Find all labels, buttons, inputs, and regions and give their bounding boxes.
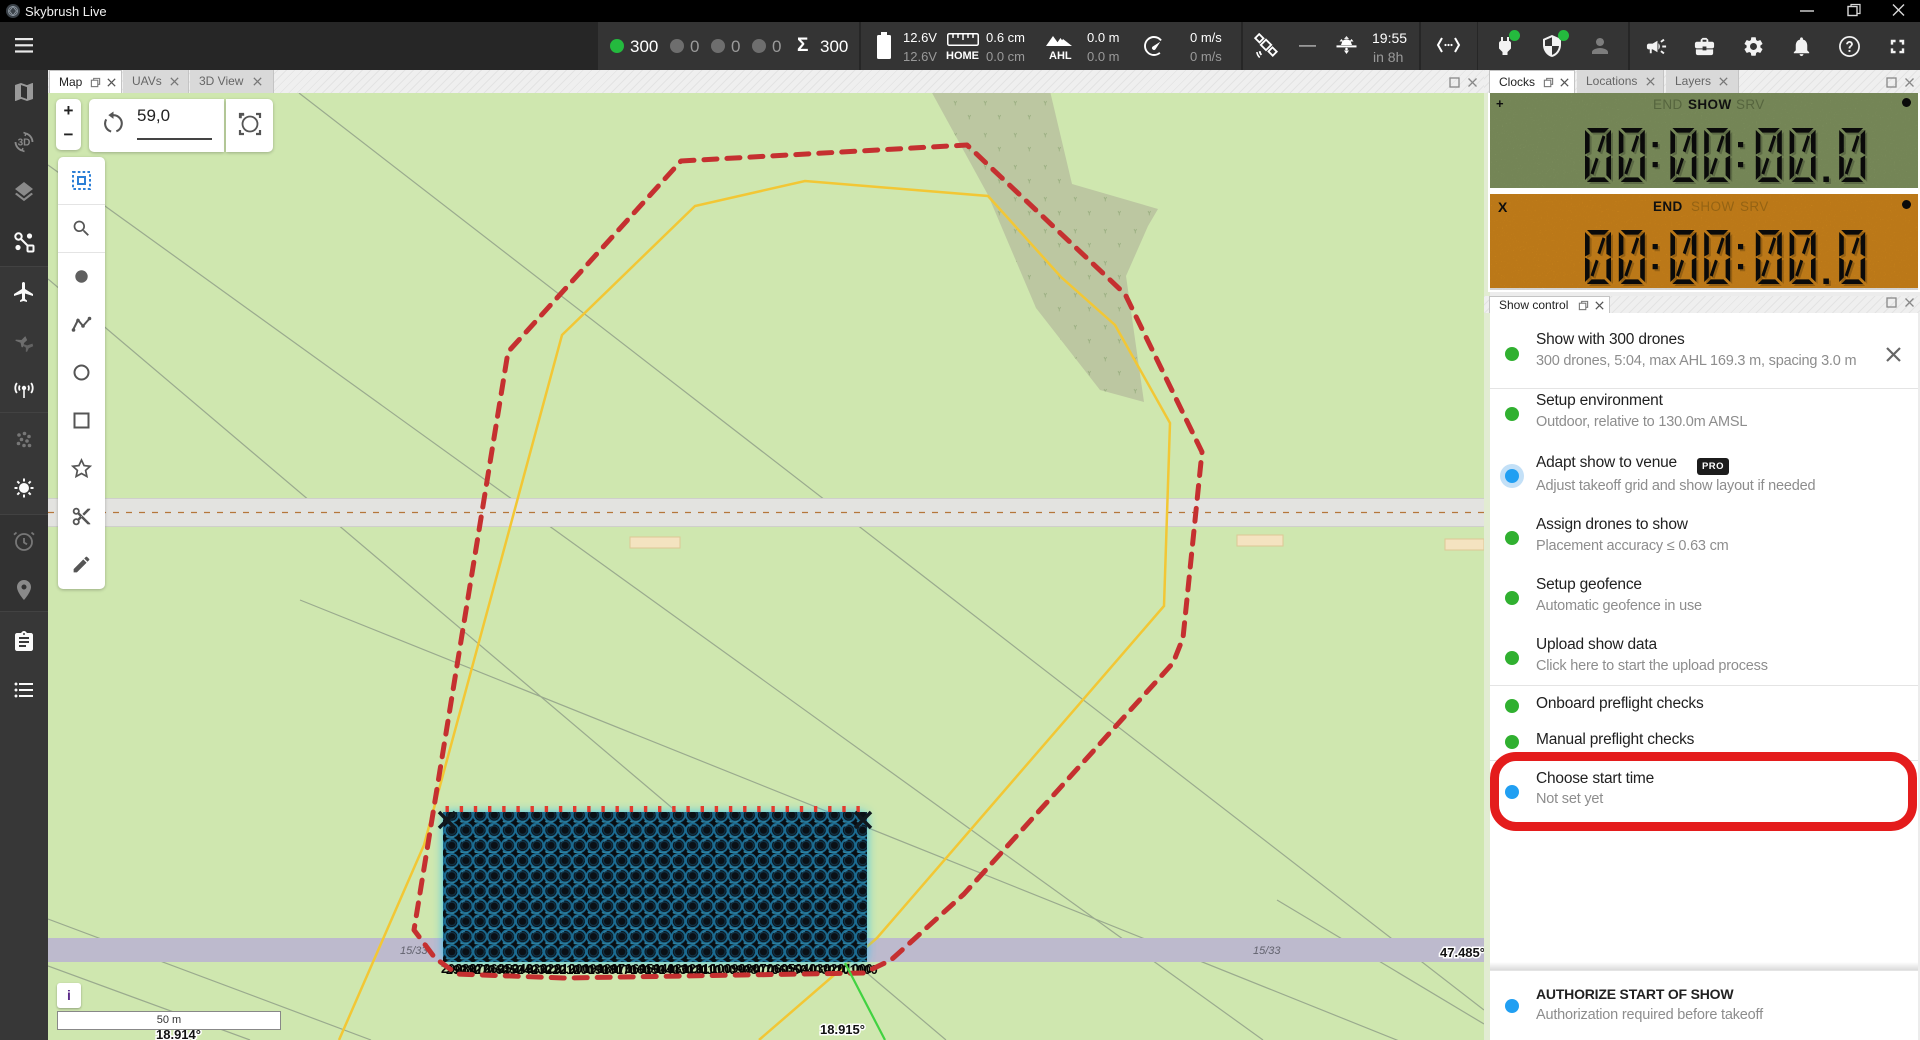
svg-text:18.915°: 18.915° — [820, 1022, 865, 1037]
svg-text:15/33: 15/33 — [1253, 945, 1281, 957]
svg-text:3D: 3D — [18, 138, 31, 149]
svg-text:47.485°: 47.485° — [1440, 945, 1484, 960]
